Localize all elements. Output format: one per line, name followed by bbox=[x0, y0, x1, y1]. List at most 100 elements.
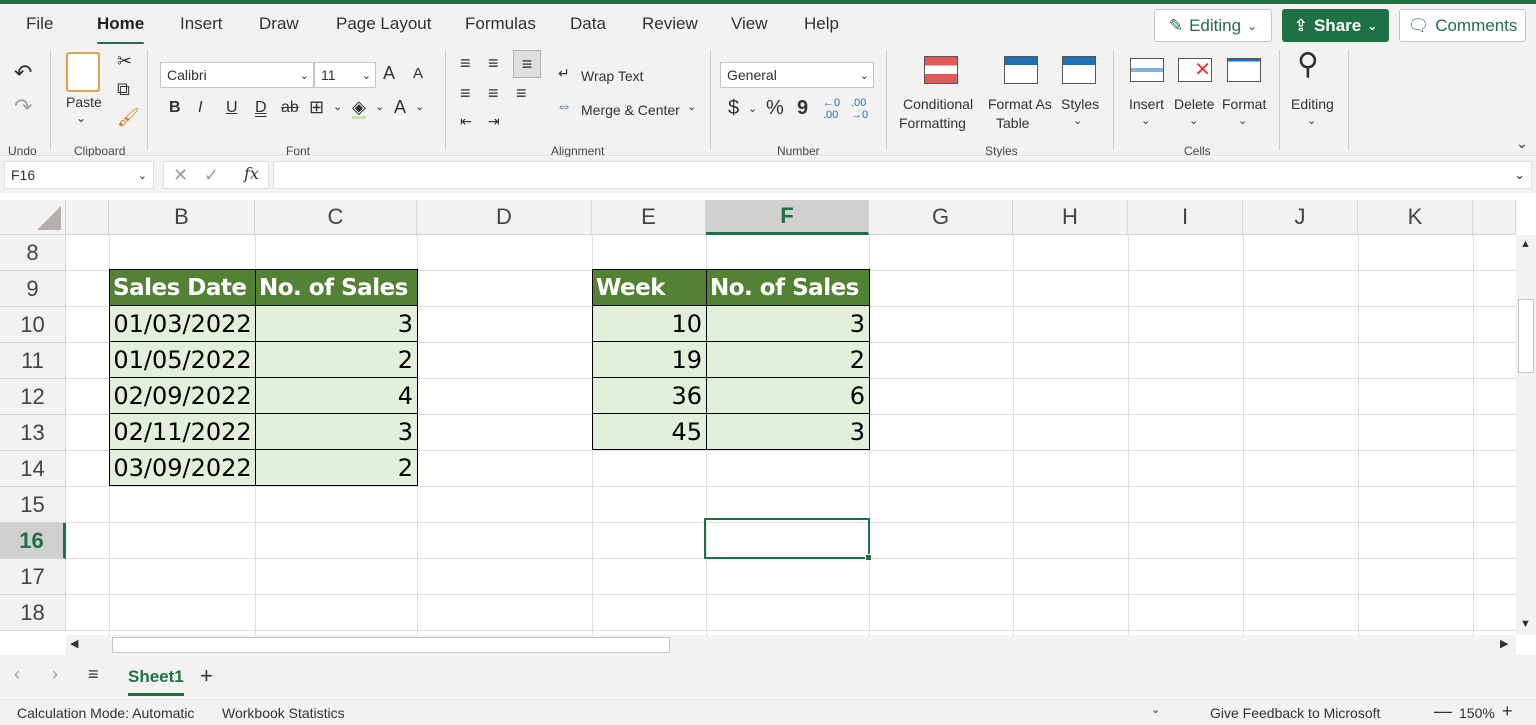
select-all-corner[interactable] bbox=[0, 200, 66, 235]
merge-center-button[interactable]: Merge & Center bbox=[581, 102, 680, 118]
tab-page-layout[interactable]: Page Layout bbox=[336, 14, 431, 34]
share-button[interactable]: ⇪ Share ⌄ bbox=[1282, 9, 1389, 42]
enter-icon[interactable]: ✓ bbox=[204, 166, 219, 184]
italic-icon[interactable]: I bbox=[198, 100, 202, 116]
zoom-out-icon[interactable]: — bbox=[1434, 702, 1452, 720]
increase-indent-icon[interactable]: ⇥ bbox=[488, 114, 500, 128]
table1-cell-sales[interactable]: 3 bbox=[255, 305, 418, 342]
chevron-down-icon[interactable]: ⌄ bbox=[415, 102, 424, 113]
chevron-down-icon[interactable]: ⌄ bbox=[748, 104, 757, 115]
row-header-15[interactable]: 15 bbox=[0, 487, 66, 523]
give-feedback-link[interactable]: Give Feedback to Microsoft bbox=[1210, 705, 1380, 721]
formula-input[interactable]: ⌄ bbox=[273, 161, 1532, 189]
decrease-indent-icon[interactable]: ⇤ bbox=[460, 114, 472, 128]
bold-icon[interactable]: B bbox=[169, 100, 181, 116]
format-as-table-icon[interactable] bbox=[1004, 56, 1038, 84]
row-header-9[interactable]: 9 bbox=[0, 271, 66, 307]
row-header-12[interactable]: 12 bbox=[0, 379, 66, 415]
table1-cell-date[interactable]: 01/03/2022 bbox=[109, 305, 256, 342]
underline-icon[interactable]: U bbox=[226, 100, 238, 116]
format-painter-icon[interactable]: 🖌 bbox=[117, 108, 140, 126]
next-sheet-icon[interactable]: › bbox=[52, 665, 58, 683]
name-box[interactable]: F16 ⌄ bbox=[4, 161, 154, 189]
scroll-right-icon[interactable]: ▶ bbox=[1500, 639, 1508, 650]
font-color-icon[interactable]: A bbox=[394, 98, 407, 119]
cell-styles-button[interactable]: Styles bbox=[1061, 96, 1099, 112]
align-middle-icon[interactable]: ≡ bbox=[488, 54, 499, 72]
align-center-icon[interactable]: ≡ bbox=[488, 84, 499, 102]
column-header-d[interactable]: D bbox=[417, 200, 592, 235]
tab-view[interactable]: View bbox=[731, 14, 768, 34]
table2-cell-week[interactable]: 36 bbox=[592, 377, 707, 414]
chevron-down-icon[interactable]: ⌄ bbox=[375, 102, 384, 113]
undo-icon[interactable]: ↶ bbox=[14, 62, 32, 84]
table2-header-no-of-sales[interactable]: No. of Sales bbox=[706, 269, 870, 306]
scroll-down-icon[interactable]: ▼ bbox=[1520, 619, 1531, 630]
tab-file[interactable]: File bbox=[26, 14, 53, 34]
column-header-j[interactable]: J bbox=[1243, 200, 1358, 235]
table2-cell-sales[interactable]: 3 bbox=[706, 305, 870, 342]
row-header-11[interactable]: 11 bbox=[0, 343, 66, 379]
vertical-scroll-thumb[interactable] bbox=[1518, 299, 1534, 373]
row-header-8[interactable]: 8 bbox=[0, 235, 66, 271]
fill-color-icon[interactable]: ◈ bbox=[352, 98, 366, 119]
column-header-a[interactable] bbox=[66, 200, 109, 235]
table1-header-no-of-sales[interactable]: No. of Sales bbox=[255, 269, 418, 306]
row-header-14[interactable]: 14 bbox=[0, 451, 66, 487]
conditional-formatting-label-2[interactable]: Formatting bbox=[899, 115, 966, 131]
align-left-icon[interactable]: ≡ bbox=[460, 84, 471, 102]
table1-header-sales-date[interactable]: Sales Date bbox=[109, 269, 256, 306]
tab-help[interactable]: Help bbox=[804, 14, 839, 34]
decrease-decimal-icon[interactable]: .00 →0 bbox=[851, 97, 868, 121]
tab-data[interactable]: Data bbox=[570, 14, 606, 34]
delete-cells-button[interactable]: Delete bbox=[1174, 96, 1214, 112]
editing-mode-button[interactable]: ✎ Editing ⌄ bbox=[1154, 9, 1272, 42]
table1-cell-sales[interactable]: 3 bbox=[255, 413, 418, 450]
table2-cell-week[interactable]: 45 bbox=[592, 413, 707, 450]
column-header-l[interactable] bbox=[1473, 200, 1516, 235]
collapse-ribbon-icon[interactable]: ⌄ bbox=[1516, 136, 1528, 150]
redo-icon[interactable]: ↷ bbox=[14, 96, 32, 118]
table2-cell-sales[interactable]: 3 bbox=[706, 413, 870, 450]
all-sheets-icon[interactable]: ≡ bbox=[88, 665, 99, 683]
table1-cell-sales[interactable]: 4 bbox=[255, 377, 418, 414]
table2-cell-week[interactable]: 19 bbox=[592, 341, 707, 378]
align-right-icon[interactable]: ≡ bbox=[516, 84, 527, 102]
tab-insert[interactable]: Insert bbox=[180, 14, 223, 34]
table1-cell-date[interactable]: 02/09/2022 bbox=[109, 377, 256, 414]
double-underline-icon[interactable]: D bbox=[255, 100, 267, 116]
table1-cell-date[interactable]: 02/11/2022 bbox=[109, 413, 256, 450]
chevron-down-icon[interactable]: ⌄ bbox=[76, 112, 86, 124]
borders-icon[interactable]: ⊞ bbox=[309, 98, 324, 116]
strikethrough-icon[interactable]: ab bbox=[281, 100, 299, 116]
chevron-down-icon[interactable]: ⌄ bbox=[1307, 116, 1316, 127]
column-header-e[interactable]: E bbox=[592, 200, 706, 235]
row-header-17[interactable]: 17 bbox=[0, 559, 66, 595]
insert-cells-icon[interactable] bbox=[1130, 58, 1164, 82]
column-header-c[interactable]: C bbox=[255, 200, 417, 235]
number-format-dropdown[interactable]: General ⌄ bbox=[720, 62, 874, 88]
add-sheet-icon[interactable]: + bbox=[200, 665, 213, 687]
chevron-down-icon[interactable]: ⌄ bbox=[687, 102, 696, 113]
font-name-dropdown[interactable]: Calibri ⌄ bbox=[160, 62, 314, 88]
sheet-tab-sheet1[interactable]: Sheet1 bbox=[128, 667, 184, 696]
align-top-icon[interactable]: ≡ bbox=[460, 54, 471, 72]
increase-decimal-icon[interactable]: ←0.00 bbox=[823, 97, 840, 121]
zoom-in-icon[interactable]: + bbox=[1502, 702, 1513, 720]
wrap-text-icon[interactable]: ↵ bbox=[558, 66, 570, 80]
selected-cell-f16[interactable] bbox=[704, 518, 870, 559]
table2-cell-week[interactable]: 10 bbox=[592, 305, 707, 342]
format-cells-button[interactable]: Format bbox=[1222, 96, 1266, 112]
chevron-down-icon[interactable]: ⌄ bbox=[1238, 116, 1247, 127]
row-header-10[interactable]: 10 bbox=[0, 307, 66, 343]
cut-icon[interactable]: ✂ bbox=[117, 52, 132, 70]
insert-cells-button[interactable]: Insert bbox=[1129, 96, 1164, 112]
column-header-i[interactable]: I bbox=[1128, 200, 1243, 235]
font-size-dropdown[interactable]: 11 ⌄ bbox=[314, 62, 376, 88]
fill-handle[interactable] bbox=[865, 554, 872, 561]
scroll-up-icon[interactable]: ▲ bbox=[1520, 239, 1531, 250]
paste-icon[interactable] bbox=[66, 52, 100, 92]
scroll-left-icon[interactable]: ◀ bbox=[70, 639, 78, 650]
table2-cell-sales[interactable]: 6 bbox=[706, 377, 870, 414]
calculation-mode[interactable]: Calculation Mode: Automatic bbox=[17, 705, 194, 721]
